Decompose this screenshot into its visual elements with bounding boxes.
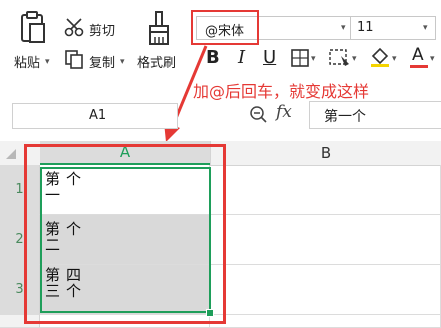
paste-dropdown-icon[interactable]: ▾ — [45, 57, 50, 67]
annotation-arrow — [164, 45, 208, 142]
cell-b2[interactable] — [210, 215, 441, 265]
borders-icon[interactable] — [291, 49, 309, 67]
cell-b4[interactable] — [210, 315, 441, 328]
cell-style-icon[interactable] — [329, 48, 351, 68]
cell-b1[interactable] — [210, 165, 441, 215]
name-box-value: A1 — [89, 108, 107, 123]
font-size-value: 11 — [357, 20, 374, 35]
fill-color-dropdown-icon[interactable]: ▾ — [392, 54, 397, 64]
name-box[interactable]: A1 — [12, 103, 178, 129]
paste-label[interactable]: 粘贴 — [14, 52, 40, 71]
fx-icon[interactable]: fx — [276, 102, 292, 122]
font-name-dropdown-icon[interactable]: ▾ — [341, 23, 346, 33]
scissors-icon[interactable] — [64, 17, 84, 37]
font-color-letter: A — [412, 45, 424, 65]
select-all-corner[interactable] — [6, 149, 16, 159]
copy-icon[interactable] — [64, 49, 84, 69]
cell-b3[interactable] — [210, 265, 441, 315]
font-size-select[interactable]: 11 ▾ — [350, 16, 436, 40]
font-size-dropdown-icon[interactable]: ▾ — [423, 23, 428, 33]
font-color-dropdown-icon[interactable]: ▾ — [430, 54, 435, 64]
italic-button[interactable]: I — [238, 47, 245, 68]
zoom-icon[interactable] — [249, 105, 267, 123]
borders-dropdown-icon[interactable]: ▾ — [311, 54, 316, 64]
formula-input[interactable]: 第一个 — [309, 101, 441, 129]
copy-button[interactable]: 复制 — [89, 52, 115, 71]
column-header-b[interactable]: B — [210, 141, 441, 165]
column-a-highlight-box — [24, 144, 226, 324]
underline-button[interactable]: U — [263, 47, 276, 68]
paste-icon[interactable] — [18, 10, 48, 44]
fill-color-icon[interactable] — [369, 46, 391, 68]
cell-style-dropdown-icon[interactable]: ▾ — [352, 54, 357, 64]
formula-content: 第一个 — [324, 109, 366, 125]
font-color-button[interactable]: A — [409, 45, 429, 69]
font-color-bar — [410, 65, 428, 68]
cut-button[interactable]: 剪切 — [89, 20, 115, 39]
copy-dropdown-icon[interactable]: ▾ — [120, 57, 125, 67]
